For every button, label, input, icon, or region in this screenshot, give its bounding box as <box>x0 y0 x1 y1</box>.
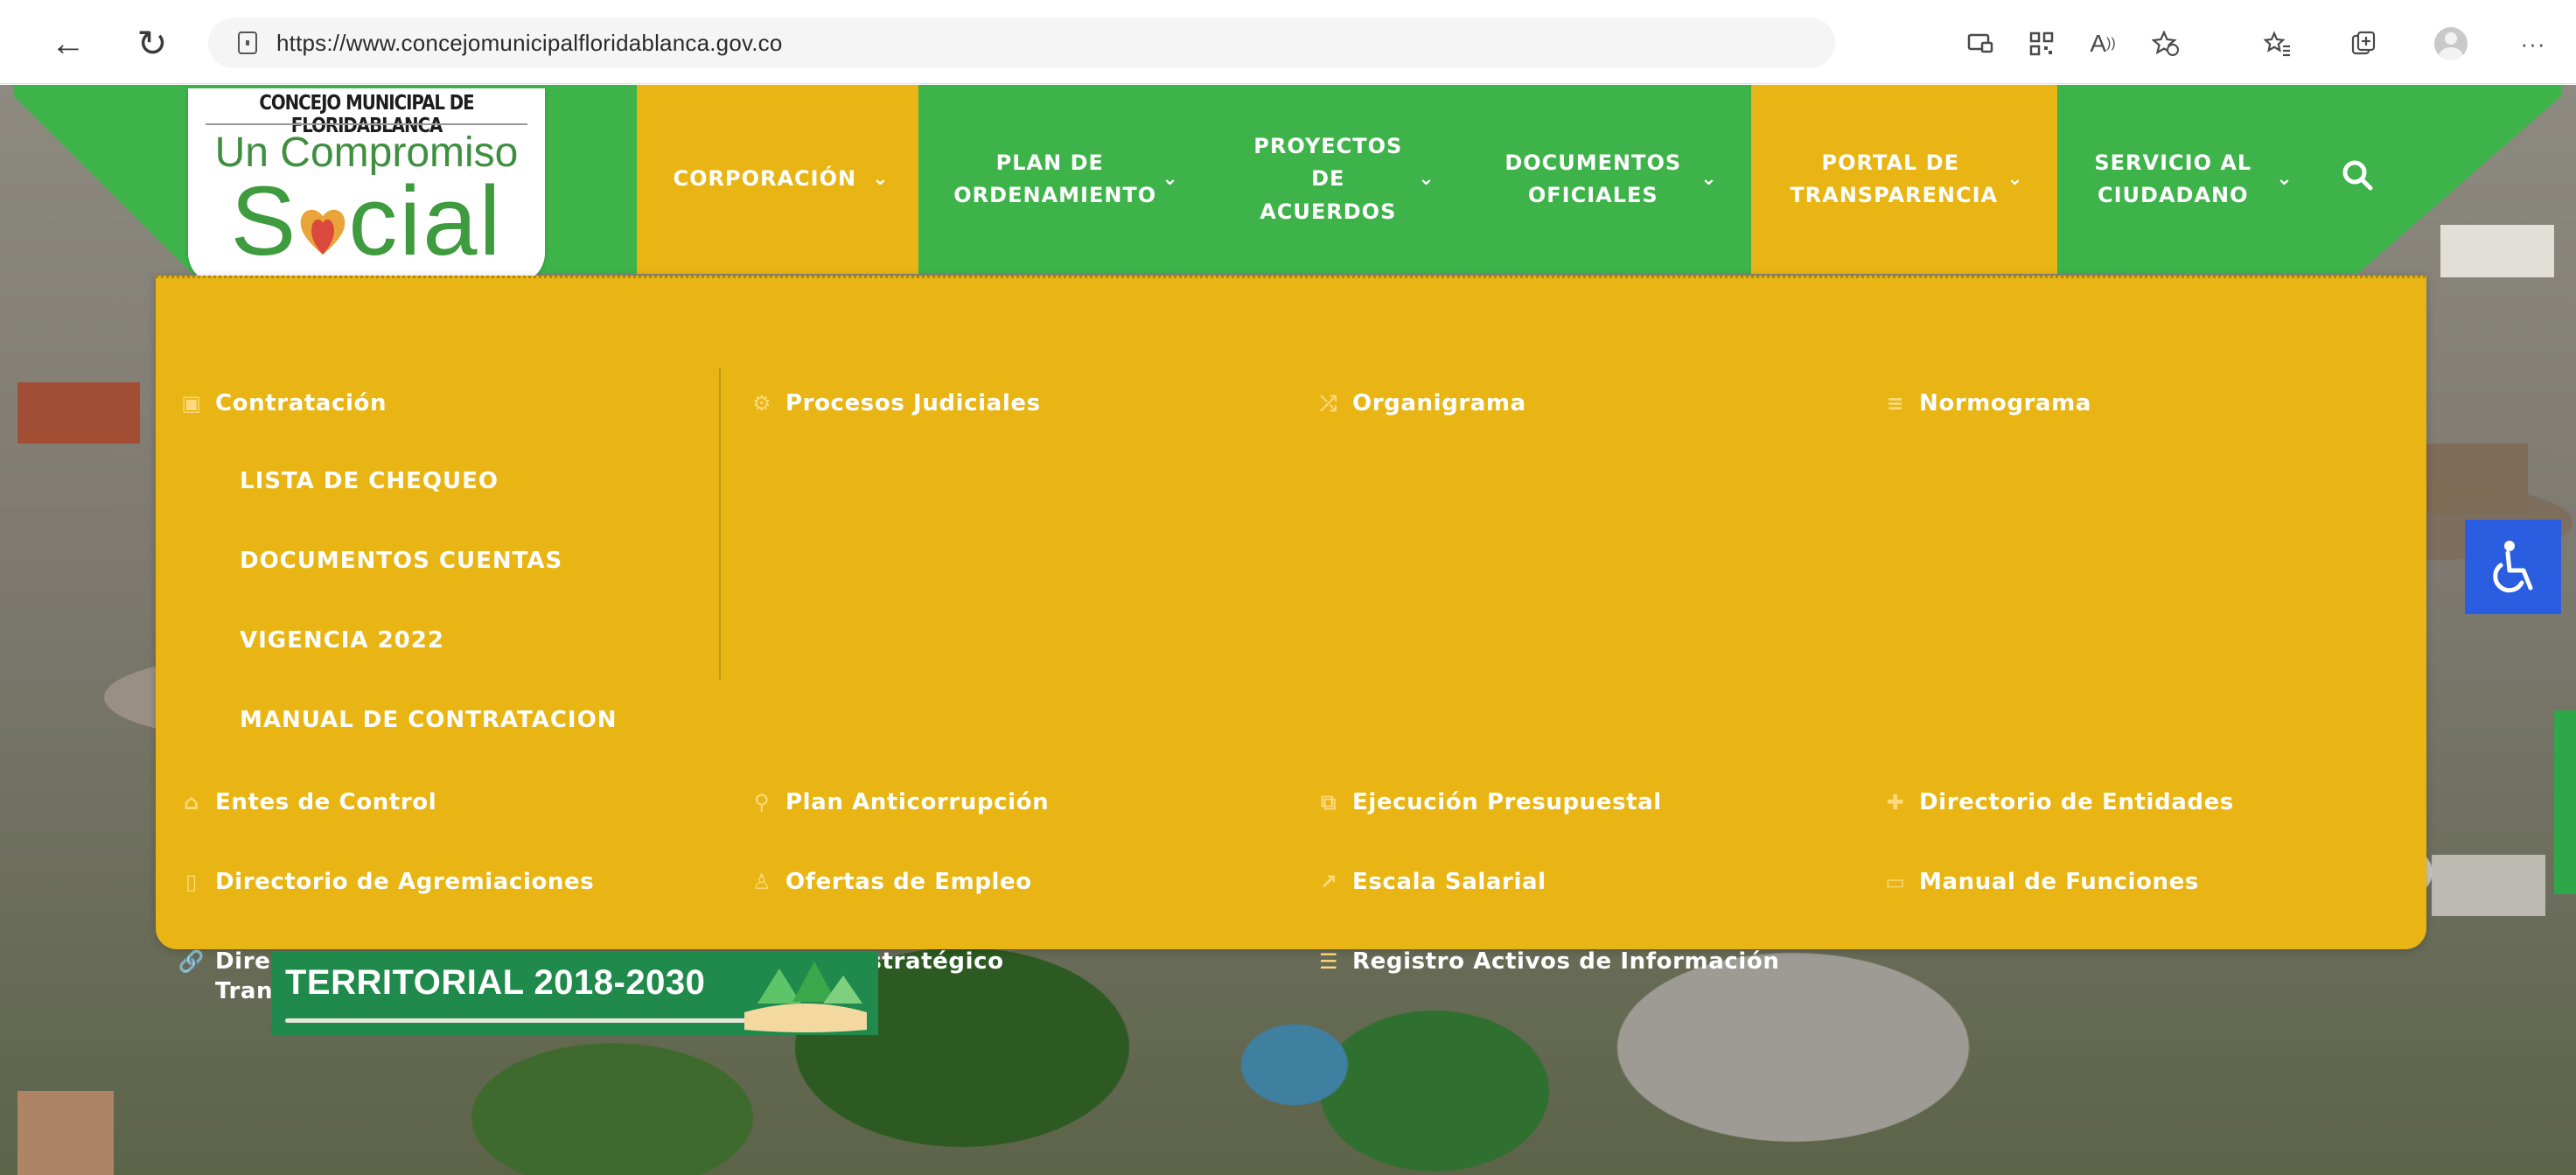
menu-item-plan-anticorrupcion[interactable]: ⚲ Plan Anticorrupción <box>747 788 1049 823</box>
hands-with-trees-icon <box>744 962 867 1032</box>
nav-item-proyectos-de-acuerdos[interactable]: PROYECTOS DE ACUERDOS ⌄ <box>1218 85 1471 274</box>
chevron-down-icon: ⌄ <box>2276 167 2293 190</box>
menu-item-label: Escala Salarial <box>1352 869 1546 895</box>
nav-item-servicio-al-ciudadano[interactable]: SERVICIO AL CIUDADANO ⌄ <box>2063 85 2316 274</box>
menu-item-ejecucion-presupuestal[interactable]: ⧉ Ejecución Presupuestal <box>1314 788 1662 823</box>
qr-code-icon[interactable] <box>2024 26 2059 61</box>
menu-item-label: Manual de Funciones <box>1919 869 2199 895</box>
menu-item-entes-de-control[interactable]: ⌂ Entes de Control <box>177 788 436 823</box>
logo-line2-post: cial <box>348 166 503 276</box>
background-photo <box>2440 225 2554 277</box>
transparency-mega-menu: ▣ Contratación ⚙ Procesos Judiciales ⤮ O… <box>156 276 2426 1004</box>
browser-toolbar: ← ↻ https://www.concejomunicipalfloridab… <box>0 0 2576 84</box>
nav-label: PORTAL DE TRANSPARENCIA <box>1790 150 1999 207</box>
list-icon: ≡ <box>1886 391 1905 416</box>
menu-item-label: Entes de Control <box>215 789 437 815</box>
menu-item-contratacion[interactable]: ▣ Contratación <box>177 389 387 424</box>
menu-item-label: Procesos Judiciales <box>785 390 1041 416</box>
lock-icon[interactable] <box>238 31 257 54</box>
nav-label: PLAN DE ORDENAMIENTO <box>953 150 1157 207</box>
menu-item-label: Plan Anticorrupción <box>785 789 1050 815</box>
folder-icon: ▭ <box>1885 870 1906 895</box>
org-chart-icon: ⤮ <box>1320 391 1337 416</box>
chevron-down-icon: ⌄ <box>1418 167 1435 190</box>
menu-item-label: Contratación <box>215 390 387 416</box>
nav-item-corporacion[interactable]: CORPORACIÓN ⌄ <box>646 85 917 274</box>
logo-line2-pre: S <box>230 166 298 276</box>
contract-icon: ▣ <box>181 391 202 416</box>
menu-item-procesos-judiciales[interactable]: ⚙ Procesos Judiciales <box>747 389 1041 424</box>
chevron-down-icon: ⌄ <box>2007 167 2024 190</box>
address-bar[interactable]: https://www.concejomunicipalfloridablanc… <box>208 17 1835 68</box>
logo-divider <box>206 123 527 125</box>
profile-avatar[interactable] <box>2433 26 2468 61</box>
submenu-lista-de-chequeo[interactable]: LISTA DE CHEQUEO <box>240 468 499 494</box>
banner-text: TERRITORIAL 2018-2030 <box>285 963 706 1002</box>
accessibility-button[interactable] <box>2465 520 2561 614</box>
menu-item-organigrama[interactable]: ⤮ Organigrama <box>1314 389 1526 424</box>
menu-item-label: Directorio de Entidades <box>1919 789 2234 815</box>
menu-item-label: Ofertas de Empleo <box>785 869 1032 895</box>
heart-icon <box>297 176 348 255</box>
background-photo <box>2432 855 2545 916</box>
nav-label: SERVICIO AL CIUDADANO <box>2094 150 2252 207</box>
home-icon: ⌂ <box>184 790 199 815</box>
menu-item-label: Ejecución Presupuestal <box>1352 789 1662 815</box>
menu-item-manual-de-funciones[interactable]: ▭ Manual de Funciones <box>1881 868 2199 903</box>
wheelchair-icon <box>2493 541 2533 593</box>
nav-label: PROYECTOS DE ACUERDOS <box>1253 134 1403 224</box>
background-photo <box>17 1091 114 1175</box>
nav-label: DOCUMENTOS OFICIALES <box>1504 150 1682 207</box>
favorites-icon[interactable] <box>2260 26 2295 61</box>
menu-item-directorio-de-entidades[interactable]: ✚ Directorio de Entidades <box>1881 788 2234 823</box>
gavel-icon: ⚙ <box>751 391 772 416</box>
back-icon[interactable]: ← <box>49 24 87 63</box>
submenu-manual-de-contratacion[interactable]: MANUAL DE CONTRATACION <box>240 707 617 733</box>
documents-icon: ⧉ <box>1321 790 1337 815</box>
chevron-down-icon: ⌄ <box>1700 167 1718 190</box>
chevron-down-icon: ⌄ <box>1162 167 1179 190</box>
nav-label: CORPORACIÓN <box>673 166 857 192</box>
menu-item-directorio-de-agremiaciones[interactable]: ▯ Directorio de Agremiaciones <box>177 868 594 903</box>
menu-item-label: Directorio de Agremiaciones <box>215 869 595 895</box>
site-logo[interactable]: CONCEJO MUNICIPAL DE FLORIDABLANCA Un Co… <box>188 88 545 284</box>
menu-item-normograma[interactable]: ≡ Normograma <box>1881 389 2091 424</box>
collections-icon[interactable] <box>2346 26 2381 61</box>
nav-item-portal-de-transparencia[interactable]: PORTAL DE TRANSPARENCIA ⌄ <box>1758 85 2056 274</box>
submenu-divider <box>719 368 721 680</box>
chevron-down-icon: ⌄ <box>872 167 890 190</box>
menu-item-label: Registro Activos de Información <box>1352 948 1780 975</box>
trend-line-icon: ↗ <box>1319 870 1338 895</box>
file-icon: ▯ <box>185 870 198 895</box>
menu-item-ofertas-de-empleo[interactable]: ♙ Ofertas de Empleo <box>747 868 1032 903</box>
submenu-vigencia-2022[interactable]: VIGENCIA 2022 <box>240 627 444 654</box>
page-viewport: CONCEJO MUNICIPAL DE FLORIDABLANCA Un Co… <box>0 85 2576 1175</box>
menu-item-label: Organigrama <box>1352 390 1526 416</box>
search-icon[interactable] <box>2341 158 2376 193</box>
menu-item-registro-activos-de-informacion[interactable]: ☰ Registro Activos de Información <box>1314 948 1779 983</box>
nav-item-documentos-oficiales[interactable]: DOCUMENTOS OFICIALES ⌄ <box>1478 85 1741 274</box>
territorial-plan-banner[interactable]: TERRITORIAL 2018-2030 <box>271 951 878 1035</box>
link-icon: 🔗 <box>178 949 206 975</box>
menu-item-label: Normograma <box>1919 390 2092 416</box>
nav-item-plan-de-ordenamiento[interactable]: PLAN DE ORDENAMIENTO ⌄ <box>931 85 1202 274</box>
background-photo <box>17 382 140 444</box>
database-icon: ☰ <box>1318 949 1339 975</box>
user-icon: ♙ <box>751 870 772 895</box>
building-icon: ✚ <box>1886 790 1905 815</box>
reader-view-icon[interactable] <box>1963 26 1998 61</box>
url-text: https://www.concejomunicipalfloridablanc… <box>276 29 783 56</box>
side-tab[interactable] <box>2554 710 2576 894</box>
logo-line2: Scial <box>188 172 545 270</box>
more-menu-icon[interactable]: ··· <box>2516 26 2551 61</box>
magnifier-icon: ⚲ <box>753 790 771 815</box>
reload-icon[interactable]: ↻ <box>133 24 171 63</box>
submenu-documentos-cuentas[interactable]: DOCUMENTOS CUENTAS <box>240 548 562 574</box>
read-aloud-icon[interactable]: A)) <box>2085 26 2120 61</box>
menu-item-escala-salarial[interactable]: ↗ Escala Salarial <box>1314 868 1546 903</box>
add-favorite-icon[interactable] <box>2148 26 2183 61</box>
menu-divider <box>156 276 2426 278</box>
